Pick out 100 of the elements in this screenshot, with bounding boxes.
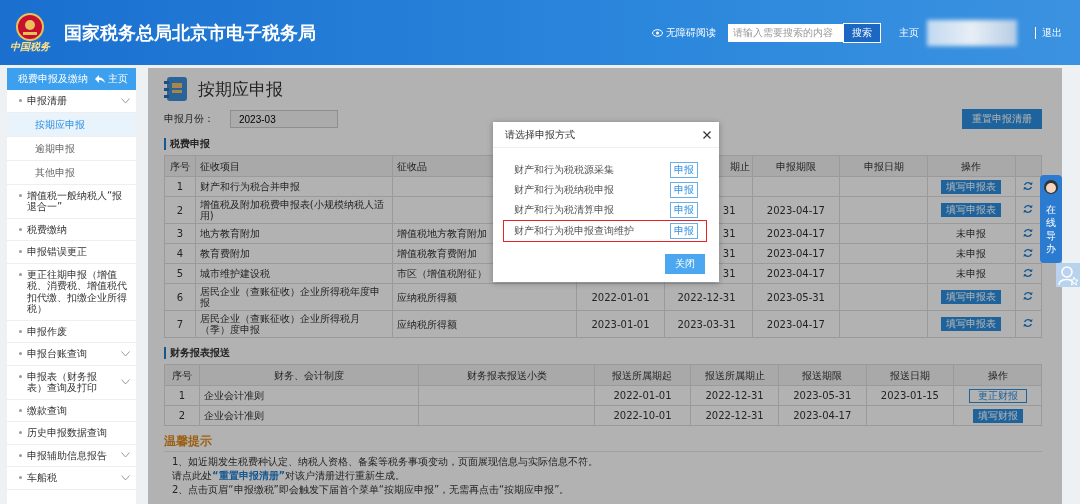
table-cell: 2023-04-17 [766,318,825,330]
refresh-icon[interactable] [1023,318,1034,328]
table-cell: 2023-04-17 [793,410,852,421]
reset-button[interactable]: 重置申报清册 [962,109,1042,129]
eye-icon [652,28,663,37]
tip-text: 2、点击页眉“申报缴税”即会触发下届首个菜单“按期应申报”，无需再点击“按期应申报”。 [172,484,571,497]
sidebar-item[interactable]: 增值税一般纳税人“报退合一” [7,184,136,219]
column-header: 报送所属期起 [612,369,673,381]
sidebar-subitem[interactable]: 按期应申报 [7,112,136,137]
table-cell: 增值税及附加税费申报表(小规模纳税人适用) [199,199,384,221]
sidebar-item[interactable]: 车船税 [7,467,136,490]
refresh-icon[interactable] [1023,180,1034,191]
column-header: 报送期限 [802,369,843,381]
sidebar-item[interactable]: 申报台账查询 [7,343,136,366]
month-field[interactable]: 2023-03 [230,110,338,128]
fill-form-button[interactable]: 填写申报表 [941,290,1002,304]
search-field[interactable]: 请输入需要搜索的内容 [728,23,843,42]
close-icon[interactable] [703,131,711,139]
sidebar-item[interactable]: 申报清册 [7,90,136,113]
table-cell: 31 [722,204,736,216]
table-cell: 教育费附加 [199,248,250,259]
fill-form-button[interactable]: 填写申报表 [941,203,1002,217]
month-label: 申报月份： [164,113,214,125]
refresh-icon[interactable] [1023,204,1034,214]
online-guide-widget[interactable]: 在线导办 [1040,175,1062,263]
back-arrow-icon [95,75,105,83]
table-cell: 2 [178,410,186,421]
declare-button[interactable]: 申报 [670,202,698,218]
table-cell: 2023-03-31 [677,318,736,330]
status-text: 未申报 [956,228,987,239]
column-header: 序号 [172,369,193,381]
section-title: 财务报表报送 [164,347,1042,359]
tip-text: 1、如近期发生税费种认定、纳税人资格、备案等税务事项变动，页面展现信息与实际信息不符。 [172,456,600,469]
refresh-icon[interactable] [1023,291,1034,301]
home-link[interactable]: 主页 [95,73,128,85]
sidebar-item[interactable]: 申报辅助信息报告 [7,444,136,467]
column-header: 报送日期 [889,369,930,381]
table-cell: 31 [722,268,736,279]
close-button[interactable]: 关闭 [665,254,705,274]
table-cell: 1 [178,390,186,401]
column-header: 操作 [987,369,1008,381]
table-cell: 2022-10-01 [613,410,672,421]
refresh-icon[interactable] [1023,227,1034,238]
avatar-icon [1043,179,1059,195]
refresh-icon[interactable] [1023,247,1034,258]
declare-button[interactable]: 申报 [670,182,698,198]
fill-report-button[interactable]: 填写财报 [972,408,1023,423]
column-header: 操作 [961,160,982,172]
table-cell: 2023-04-17 [766,204,825,216]
table-cell: 应纳税所得额 [397,318,457,330]
table-cell: 2023-05-31 [793,390,852,401]
table-cell: 31 [722,248,736,259]
accessibility-link[interactable]: 无障碍阅读 [652,26,716,39]
sidebar-item[interactable]: 申报表（财务报表）查询及打印 [7,365,136,400]
sidebar-item[interactable]: 缴款查询 [7,399,136,422]
table-cell: 2023-05-31 [766,291,825,303]
emblem-logo-icon [16,12,44,41]
table-cell: 2 [176,204,184,216]
refresh-icon[interactable] [1023,267,1034,278]
column-header: 申报期限 [775,160,816,172]
correct-report-button[interactable]: 更正财报 [968,388,1027,403]
table-cell: 2022-12-31 [705,410,764,421]
sidebar-item[interactable]: 历史申报数据查询 [7,422,136,445]
chevron-down-icon [121,474,130,481]
column-header: 申报日期 [863,160,904,172]
table-cell: 居民企业（查账征收）企业所得税月（季）度申报 [199,313,360,335]
fill-form-button[interactable]: 填写申报表 [941,317,1002,331]
table-cell: 企业会计准则 [204,410,265,421]
tip-text: 请点此处“重置申报清册”对该户清册进行重新生成。 [172,470,407,483]
status-text: 未申报 [956,248,987,259]
column-header: 财务、会计制度 [274,369,345,381]
sidebar-subitem[interactable]: 逾期申报 [7,136,136,161]
sidebar-item[interactable]: 申报错误更正 [7,241,136,264]
search-button[interactable]: 搜索 [843,22,881,43]
sidebar-item[interactable]: 申报作废 [7,320,136,343]
table-cell: 2022-12-31 [705,390,764,401]
home-link[interactable]: 主页 [899,26,919,39]
table-cell: 地方教育附加 [199,228,260,239]
column-header: 征收品 [397,160,427,172]
table-cell: 3 [176,228,184,239]
option-label: 财产和行为税税源采集 [514,164,614,176]
table-cell: 2022-01-01 [591,291,650,303]
table-cell: 7 [176,318,184,330]
logout-link[interactable]: 退出 [1035,26,1062,39]
declare-button[interactable]: 申报 [670,223,698,239]
column-header: 期止 [729,160,750,172]
reset-link[interactable]: “重置申报清册” [212,470,286,482]
sidebar-item[interactable]: 更正往期申报（增值税、消费税、增值税代扣代缴、扣缴企业所得税） [7,263,136,321]
notebook-icon [164,76,188,102]
table-cell: 2023-04-17 [766,248,825,259]
declare-button[interactable]: 申报 [670,162,698,178]
chevron-down-icon [121,452,130,459]
site-title: 国家税务总局北京市电子税务局 [64,21,316,44]
modal-title: 请选择申报方式 [505,129,575,141]
table-cell: 财产和行为税合并申报 [199,181,300,192]
sidebar-subitem[interactable]: 其他申报 [7,160,136,185]
option-label: 财产和行为税申报查询维护 [514,225,634,237]
fill-form-button[interactable]: 填写申报表 [941,179,1002,194]
sidebar-item[interactable]: 税费缴纳 [7,218,136,241]
table-cell: 2022-01-01 [613,390,672,401]
